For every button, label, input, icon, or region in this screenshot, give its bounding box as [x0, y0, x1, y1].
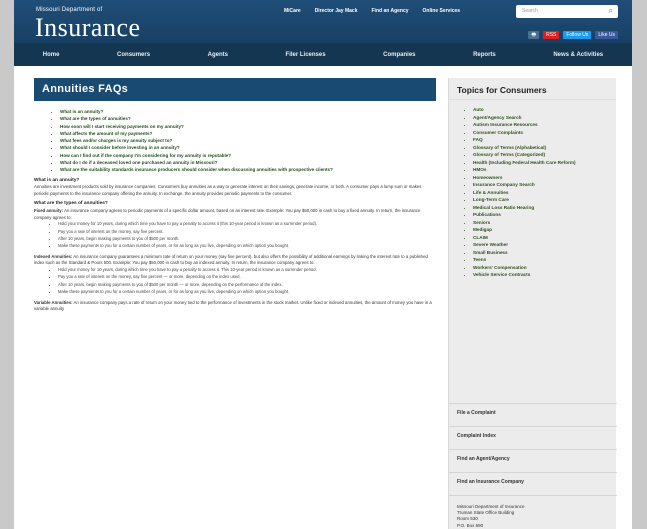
- site-header: Missouri Department of Insurance MiCare …: [14, 0, 632, 66]
- nav-filer-licenses[interactable]: Filer Licenses: [286, 52, 326, 58]
- sidebar-topic-link[interactable]: Health (Including Federal Health Care Re…: [473, 159, 616, 167]
- facebook-like-button[interactable]: Like Us: [595, 31, 618, 39]
- sidebar-topic-link[interactable]: Publications: [473, 211, 616, 219]
- toplink-micare[interactable]: MiCare: [284, 8, 301, 14]
- list-item: After 10 years, begin making payments to…: [58, 282, 436, 288]
- list-item: Pay you a rate of interest on the money,…: [58, 229, 436, 235]
- nav-reports[interactable]: Reports: [473, 52, 496, 58]
- page-title: Annuities FAQs: [34, 78, 436, 101]
- faq-link[interactable]: What affects the amount of my payments?: [60, 130, 436, 137]
- find-company-link[interactable]: Find an Insurance Company: [449, 472, 617, 491]
- list-item: Pay you a rate of interest on the money,…: [58, 274, 436, 280]
- faq-link[interactable]: How soon will I start receiving payments…: [60, 123, 436, 130]
- social-links: 🖶 RSS Follow Us Like Us: [528, 31, 618, 39]
- sidebar-topic-link[interactable]: Glossary of Terms (Categorized): [473, 151, 616, 159]
- toplink-director[interactable]: Director Jay Mack: [315, 8, 358, 14]
- sidebar: Topics for Consumers Auto Agent/Agency S…: [448, 78, 617, 529]
- file-complaint-link[interactable]: File a Complaint: [449, 403, 617, 422]
- sidebar-topic-link[interactable]: Life & Annuities: [473, 189, 616, 197]
- faq-link[interactable]: What are the suitability standards insur…: [60, 166, 436, 173]
- sidebar-topic-link[interactable]: Severe Weather: [473, 241, 616, 249]
- section-heading: What are the types of annuities?: [34, 201, 108, 207]
- paragraph: Annuities are investment products sold b…: [34, 184, 422, 196]
- subheading: Fixed annuity:: [34, 208, 64, 214]
- sidebar-topic-link[interactable]: Consumer Complaints: [473, 129, 616, 137]
- bullet-list: Hold your money for 10 years, during whi…: [34, 267, 436, 296]
- sidebar-topic-link[interactable]: Medigap: [473, 226, 616, 234]
- sidebar-topic-link[interactable]: Autism Insurance Resources: [473, 121, 616, 129]
- faq-link[interactable]: What should I consider before investing …: [60, 144, 436, 151]
- main-nav: Home Consumers Agents Filer Licenses Com…: [14, 43, 632, 66]
- section-heading: What is an annuity?: [34, 177, 80, 183]
- paragraph: An insurance company guarantees a minimu…: [34, 253, 428, 266]
- faq-link[interactable]: What is an annuity?: [60, 108, 436, 115]
- sidebar-topic-link[interactable]: FAQ: [473, 136, 616, 144]
- search-icon[interactable]: ⌕: [609, 6, 613, 16]
- sidebar-topic-link[interactable]: Vehicle Service Contracts: [473, 271, 616, 279]
- search-placeholder: Search: [522, 8, 538, 14]
- sidebar-topic-link[interactable]: HMOs: [473, 166, 616, 174]
- bullet-list: Hold your money for 10 years, during whi…: [34, 221, 436, 250]
- rss-button[interactable]: RSS: [543, 31, 560, 39]
- sidebar-topic-link[interactable]: Seniors: [473, 219, 616, 227]
- nav-agents[interactable]: Agents: [208, 52, 228, 58]
- nav-consumers[interactable]: Consumers: [117, 52, 150, 58]
- sidebar-topic-link[interactable]: Medical Loss Ratio Hearing: [473, 204, 616, 212]
- subheading: Variable Annuities:: [34, 299, 73, 305]
- topics-list: Auto Agent/Agency Search Autism Insuranc…: [449, 100, 616, 279]
- address-block: Missouri Department of Insurance Truman …: [457, 504, 525, 529]
- complaint-index-link[interactable]: Complaint Index: [449, 426, 617, 445]
- nav-news[interactable]: News & Activities: [553, 52, 603, 58]
- sidebar-topic-link[interactable]: Auto: [473, 106, 616, 114]
- paragraph: An insurance company pays a rate of retu…: [34, 299, 432, 312]
- twitter-follow-button[interactable]: Follow Us: [563, 31, 592, 39]
- nav-home[interactable]: Home: [43, 52, 60, 58]
- faq-question-list: What is an annuity? What are the types o…: [34, 108, 436, 174]
- faq-link[interactable]: How can I find out if the company I'm co…: [60, 152, 436, 159]
- list-item: Hold your money for 10 years, during whi…: [58, 267, 436, 273]
- sidebar-topic-link[interactable]: Small Business: [473, 249, 616, 257]
- top-links: MiCare Director Jay Mack Find an Agency …: [284, 8, 460, 14]
- sidebar-topic-link[interactable]: Glossary of Terms (Alphabetical): [473, 144, 616, 152]
- site-logo[interactable]: Insurance: [35, 13, 141, 43]
- faq-link[interactable]: What are the types of annuities?: [60, 115, 436, 122]
- sidebar-topic-link[interactable]: Agent/Agency Search: [473, 114, 616, 122]
- sidebar-topic-link[interactable]: Teens: [473, 256, 616, 264]
- sidebar-topic-link[interactable]: Insurance Company Search: [473, 181, 616, 189]
- address-line: P.O. Box 690: [457, 522, 484, 528]
- find-agent-link[interactable]: Find an Agent/Agency: [449, 449, 617, 468]
- sidebar-topic-link[interactable]: Long-Term Care: [473, 196, 616, 204]
- main-content: Annuities FAQs What is an annuity? What …: [34, 78, 436, 313]
- toplink-find-agency[interactable]: Find an Agency: [372, 8, 409, 14]
- sidebar-topic-link[interactable]: CLAIM: [473, 234, 616, 242]
- sidebar-topic-link[interactable]: Homeowners: [473, 174, 616, 182]
- sidebar-topic-link[interactable]: Workers' Compensation: [473, 264, 616, 272]
- search-input[interactable]: Search ⌕: [516, 5, 618, 18]
- list-item: Make these payments to you for a certain…: [58, 243, 436, 249]
- subheading: Indexed Annuities:: [34, 253, 73, 259]
- nav-companies[interactable]: Companies: [383, 52, 415, 58]
- faq-link[interactable]: What fees and/or charges is my annuity s…: [60, 137, 436, 144]
- list-item: Make these payments to you for a certain…: [58, 289, 436, 295]
- sidebar-title: Topics for Consumers: [449, 78, 616, 100]
- toplink-online-services[interactable]: Online Services: [423, 8, 461, 14]
- page: Missouri Department of Insurance MiCare …: [14, 0, 632, 529]
- list-item: After 10 years, begin making payments to…: [58, 236, 436, 242]
- print-icon[interactable]: 🖶: [528, 31, 540, 39]
- paragraph: An insurance company agrees to periodic …: [34, 208, 421, 220]
- list-item: Hold your money for 10 years, during whi…: [58, 221, 436, 227]
- faq-link[interactable]: What do I do if a deceased loved one pur…: [60, 159, 436, 166]
